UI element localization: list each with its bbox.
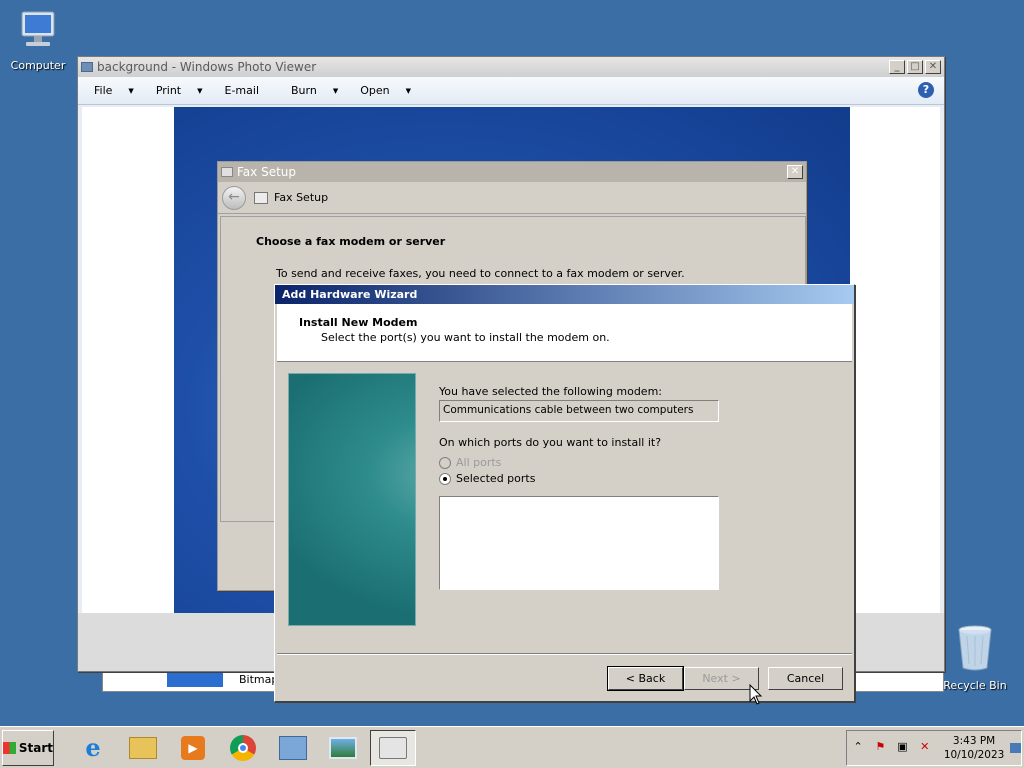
nav-title-text: Fax Setup [274, 191, 329, 204]
close-button[interactable]: ✕ [925, 60, 941, 74]
taskbar-file-explorer[interactable] [120, 730, 166, 766]
header-title: Install New Modem [299, 316, 418, 329]
cancel-button[interactable]: Cancel [768, 667, 843, 690]
title-bar[interactable]: background - Windows Photo Viewer _ □ ✕ [78, 57, 944, 77]
internet-explorer-icon: e [85, 733, 101, 762]
taskbar: Start e ▶ ⌃ ⚑ ▣ ✕ 3:43 PM 10/10/2023 [0, 726, 1024, 768]
window-title: Add Hardware Wizard [282, 288, 418, 301]
taskbar-media-player[interactable]: ▶ [170, 730, 216, 766]
action-center-flag-icon[interactable]: ⚑ [873, 740, 887, 756]
radio-indicator [439, 456, 451, 469]
ports-question: On which ports do you want to install it… [439, 436, 662, 449]
menu-print[interactable]: Print ▼ [156, 84, 203, 97]
chevron-up-icon[interactable]: ⌃ [851, 740, 865, 756]
taskbar-chrome[interactable] [220, 730, 266, 766]
chevron-down-icon: ▼ [332, 86, 339, 95]
volume-muted-icon[interactable]: ✕ [918, 740, 932, 756]
fax-machine-icon [379, 736, 407, 759]
back-arrow-icon[interactable]: ← [222, 185, 246, 210]
radio-indicator [439, 472, 451, 485]
taskbar-fax[interactable] [370, 729, 416, 766]
nav-row: ← Fax Setup [218, 182, 806, 214]
mouse-cursor-icon [749, 683, 763, 709]
taskbar-control-panel[interactable] [270, 730, 316, 766]
menu-label: Print [155, 84, 182, 97]
menu-email[interactable]: E-mail [225, 84, 260, 97]
recycle-bin-icon [936, 624, 1014, 675]
menu-open[interactable]: Open ▼ [360, 84, 411, 97]
wizard-side-image [288, 373, 416, 626]
app-icon [81, 62, 93, 72]
menu-label: Open [360, 84, 390, 97]
chrome-icon [230, 734, 256, 761]
window-title: background - Windows Photo Viewer [97, 60, 317, 74]
minimize-button[interactable]: _ [889, 60, 905, 74]
command-bar: File ▼ Print ▼ E-mail Burn ▼ Open ▼ [78, 77, 944, 105]
system-tray: ⌃ ⚑ ▣ ✕ 3:43 PM 10/10/2023 [846, 730, 1022, 766]
media-player-icon: ▶ [181, 735, 205, 760]
next-button[interactable]: Next > [684, 667, 759, 690]
fax-machine-icon [254, 191, 268, 204]
desktop-icon-label: Computer [10, 59, 66, 72]
menu-label: Burn [291, 84, 317, 97]
computer-icon [0, 10, 76, 55]
file-type-label: Bitmap [239, 673, 279, 686]
desktop-icon-computer[interactable]: Computer [0, 10, 76, 72]
taskbar-photo-viewer[interactable] [320, 730, 366, 766]
selected-modem-field: Communications cable between two compute… [439, 400, 719, 422]
show-desktop-icon[interactable] [1010, 743, 1021, 753]
menu-label: E-mail [224, 84, 260, 97]
thumbnail [167, 673, 223, 687]
menu-file[interactable]: File ▼ [94, 84, 134, 97]
wizard-header: Install New Modem Select the port(s) you… [277, 304, 852, 362]
window-title: Fax Setup [237, 165, 296, 179]
start-label: Start [18, 740, 53, 755]
close-button[interactable]: ✕ [787, 165, 803, 179]
photo-viewer-icon [329, 736, 357, 759]
desktop-icon-label: Recycle Bin [943, 679, 1007, 692]
ports-listbox[interactable] [439, 496, 719, 590]
radio-label: All ports [456, 456, 502, 469]
taskbar-internet-explorer[interactable]: e [70, 730, 116, 766]
chevron-down-icon: ▼ [197, 86, 203, 95]
header-subtitle: Select the port(s) you want to install t… [321, 331, 610, 344]
desktop-icon-recycle-bin[interactable]: Recycle Bin [936, 624, 1014, 692]
nav-title: Fax Setup [254, 191, 328, 204]
windows-logo-icon [3, 741, 16, 754]
divider [277, 653, 852, 655]
back-button[interactable]: < Back [607, 666, 684, 691]
add-hardware-wizard-window: Add Hardware Wizard Install New Modem Se… [274, 284, 855, 702]
maximize-button[interactable]: □ [907, 60, 923, 74]
menu-label: File [94, 84, 113, 97]
chevron-down-icon: ▼ [405, 86, 412, 95]
clock-date: 10/10/2023 [943, 749, 1005, 761]
radio-all-ports[interactable]: All ports [439, 456, 501, 469]
radio-label: Selected ports [456, 472, 536, 485]
control-panel-icon [279, 735, 307, 760]
chevron-down-icon: ▼ [128, 86, 134, 95]
clock[interactable]: 3:43 PM 10/10/2023 [944, 734, 1005, 762]
title-bar[interactable]: Fax Setup ✕ [218, 162, 806, 182]
menu-burn[interactable]: Burn ▼ [291, 84, 338, 97]
title-bar[interactable]: Add Hardware Wizard [275, 285, 854, 304]
page-heading: Choose a fax modem or server [256, 235, 446, 248]
folder-icon [129, 736, 157, 759]
page-description: To send and receive faxes, you need to c… [276, 267, 685, 280]
fax-icon [221, 167, 233, 177]
network-icon[interactable]: ▣ [895, 740, 909, 756]
help-icon[interactable]: ? [918, 82, 934, 98]
clock-time: 3:43 PM [952, 735, 996, 747]
selected-modem-label: You have selected the following modem: [439, 385, 662, 398]
start-button[interactable]: Start [2, 729, 54, 766]
radio-selected-ports[interactable]: Selected ports [439, 472, 535, 485]
